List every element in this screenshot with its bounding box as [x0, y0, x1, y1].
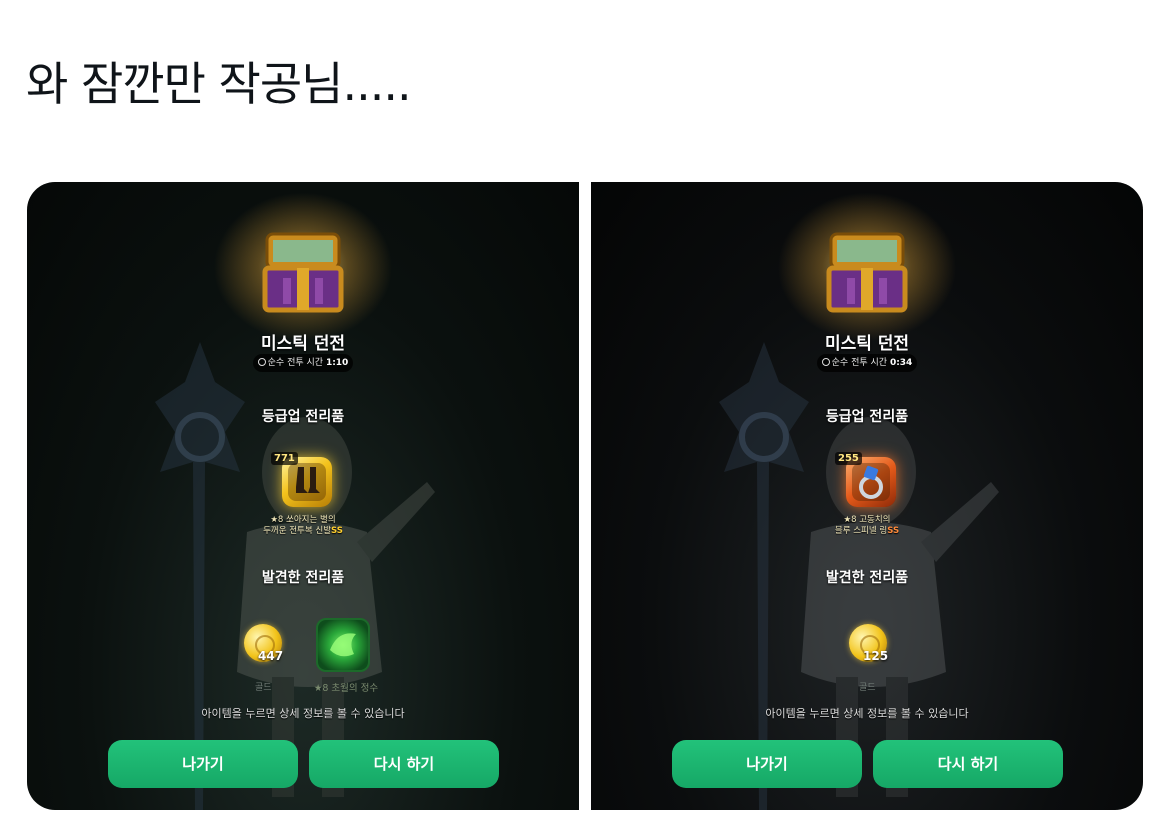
clock-icon [257, 358, 266, 366]
upgrade-item-description: ★8 고동치의 블루 스피넬 링SS [777, 515, 957, 537]
screenshot-panel-left[interactable]: 미스틱 던전 순수 전투 시간 1:10 등급업 전리품 771 ★8 쏘아지는… [27, 182, 579, 810]
upgrade-item-description: ★8 쏘아지는 별의 두꺼운 전투복 신발SS [213, 515, 393, 537]
upgrade-item-name-line1: ★8 쏘아지는 별의 [270, 515, 336, 525]
gold-label: 골드 [859, 683, 876, 693]
dungeon-name: 미스틱 던전 [260, 334, 346, 354]
battle-time-label: 순수 전투 시간 [267, 358, 324, 368]
upgrade-item-name-line2: 두꺼운 전투복 신발 [263, 526, 332, 536]
essence-label: ★8 초월의 정수 [313, 683, 379, 694]
retry-button[interactable]: 다시 하기 [873, 740, 1063, 788]
dungeon-name: 미스틱 던전 [824, 334, 910, 354]
clock-icon [821, 358, 830, 366]
upgrade-item-grade: SS [331, 526, 343, 536]
item-info-hint: 아이템을 누르면 상세 정보를 볼 수 있습니다 [765, 707, 969, 720]
battle-time-label: 순수 전투 시간 [831, 358, 888, 368]
battle-time-pill: 순수 전투 시간 0:34 [817, 354, 917, 372]
upgrade-item-name-line1: ★8 고동치의 [843, 515, 891, 525]
treasure-chest-icon [777, 192, 957, 342]
post-title: 와 잠깐만 작공님..... [26, 57, 412, 111]
found-loot-title: 발견한 전리품 [261, 570, 345, 586]
battle-time-value: 1:10 [325, 358, 349, 368]
found-loot-title: 발견한 전리품 [825, 570, 909, 586]
screenshot-panel-right[interactable]: 미스틱 던전 순수 전투 시간 0:34 등급업 전리품 255 ★8 고동치의… [591, 182, 1143, 810]
retry-button[interactable]: 다시 하기 [309, 740, 499, 788]
gold-amount: 447 [258, 649, 284, 663]
upgrade-loot-title: 등급업 전리품 [261, 409, 345, 425]
upgrade-item-count: 255 [835, 452, 862, 465]
battle-time-value: 0:34 [889, 358, 913, 368]
gold-amount: 125 [863, 649, 889, 663]
upgrade-item-name-line2: 블루 스피넬 링 [834, 526, 888, 536]
image-gallery[interactable]: 미스틱 던전 순수 전투 시간 1:10 등급업 전리품 771 ★8 쏘아지는… [27, 182, 1143, 810]
gold-label: 골드 [255, 683, 272, 693]
upgrade-loot-title: 등급업 전리품 [825, 409, 909, 425]
treasure-chest-icon [213, 192, 393, 342]
exit-button[interactable]: 나가기 [108, 740, 298, 788]
item-info-hint: 아이템을 누르면 상세 정보를 볼 수 있습니다 [201, 707, 405, 720]
upgrade-item-grade: SS [887, 526, 900, 536]
exit-button[interactable]: 나가기 [672, 740, 862, 788]
upgrade-item-count: 771 [271, 452, 298, 465]
battle-time-pill: 순수 전투 시간 1:10 [253, 354, 353, 372]
transcendence-essence-icon[interactable] [316, 618, 370, 672]
